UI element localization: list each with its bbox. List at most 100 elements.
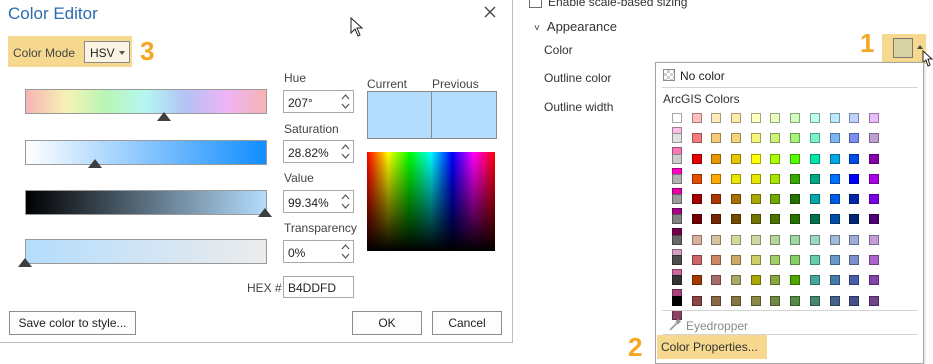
color-swatch[interactable] [868,255,879,266]
color-swatch[interactable] [750,295,761,306]
color-swatch[interactable] [829,295,840,306]
hue-slider-thumb[interactable] [157,112,172,121]
color-swatch[interactable] [829,214,840,225]
color-swatch[interactable] [691,153,702,164]
color-properties-option[interactable]: Color Properties... [661,340,758,354]
color-swatch[interactable] [868,275,879,286]
ok-button[interactable]: OK [352,311,422,335]
color-swatch[interactable] [790,153,801,164]
save-color-to-style-button[interactable]: Save color to style... [9,311,136,335]
spin-down-icon[interactable] [341,202,350,210]
color-swatch[interactable] [691,113,702,123]
color-swatch[interactable] [691,255,702,266]
color-swatch[interactable] [711,133,722,144]
color-swatch[interactable] [849,113,860,123]
value-slider-thumb[interactable] [258,208,273,217]
color-swatch[interactable] [868,173,879,184]
color-swatch[interactable] [790,214,801,225]
close-icon[interactable] [482,4,498,20]
color-swatch[interactable] [770,214,781,225]
color-swatch[interactable] [672,275,682,286]
color-swatch[interactable] [731,295,742,306]
color-swatch[interactable] [849,133,860,144]
color-swatch[interactable] [672,214,682,225]
color-swatch[interactable] [790,194,801,205]
color-swatch[interactable] [829,234,840,245]
spin-down-icon[interactable] [341,152,350,160]
hue-slider[interactable] [25,89,267,114]
value-slider[interactable] [25,190,267,215]
color-swatch[interactable] [731,275,742,286]
color-swatch[interactable] [809,275,820,286]
color-swatch[interactable] [672,194,682,205]
color-swatch[interactable] [770,194,781,205]
color-swatch[interactable] [849,255,860,266]
color-swatch[interactable] [750,194,761,205]
spin-up-icon[interactable] [341,193,350,201]
color-swatch[interactable] [790,234,801,245]
color-swatch[interactable] [691,295,702,306]
color-swatch[interactable] [750,133,761,144]
color-swatch[interactable] [750,275,761,286]
color-swatch[interactable] [711,275,722,286]
color-swatch[interactable] [731,113,742,123]
color-swatch[interactable] [672,234,682,245]
color-swatch[interactable] [809,255,820,266]
color-swatch[interactable] [731,153,742,164]
color-swatch[interactable] [711,255,722,266]
transparency-input[interactable]: 0% [283,240,354,263]
color-swatch[interactable] [849,295,860,306]
color-swatch[interactable] [672,133,682,144]
color-swatch[interactable] [809,153,820,164]
color-swatch[interactable] [849,275,860,286]
color-picker-button[interactable] [893,38,913,58]
color-swatch[interactable] [849,194,860,205]
color-swatch[interactable] [770,133,781,144]
color-swatch[interactable] [809,295,820,306]
saturation-input[interactable]: 28.82% [283,140,354,163]
color-swatch[interactable] [809,194,820,205]
color-swatch[interactable] [672,113,682,123]
scale-based-sizing-checkbox[interactable] [529,0,542,8]
color-swatch[interactable] [711,234,722,245]
spin-down-icon[interactable] [341,252,350,260]
color-swatch[interactable] [868,214,879,225]
spin-up-icon[interactable] [341,243,350,251]
color-swatch[interactable] [750,214,761,225]
color-swatch[interactable] [849,214,860,225]
color-swatch[interactable] [868,194,879,205]
color-swatch[interactable] [750,234,761,245]
color-swatch[interactable] [829,153,840,164]
color-swatch[interactable] [829,173,840,184]
color-swatch[interactable] [672,173,682,184]
color-swatch[interactable] [731,173,742,184]
color-swatch[interactable] [711,113,722,123]
color-swatch[interactable] [750,113,761,123]
color-swatch[interactable] [691,194,702,205]
color-swatch[interactable] [829,113,840,123]
color-swatch[interactable] [829,194,840,205]
color-swatch[interactable] [849,173,860,184]
color-swatch[interactable] [790,133,801,144]
color-swatch[interactable] [711,214,722,225]
color-swatch[interactable] [770,113,781,123]
color-swatch[interactable] [672,295,682,306]
color-swatch[interactable] [849,234,860,245]
color-swatch[interactable] [829,255,840,266]
color-swatch[interactable] [868,113,879,123]
spin-up-icon[interactable] [341,143,350,151]
color-swatch[interactable] [691,173,702,184]
color-swatch[interactable] [770,295,781,306]
color-swatch[interactable] [731,234,742,245]
color-swatch[interactable] [711,173,722,184]
color-swatch[interactable] [672,153,682,164]
transparency-slider-thumb[interactable] [18,258,32,267]
color-swatch[interactable] [770,275,781,286]
color-mode-select[interactable]: HSV [84,41,130,63]
spin-down-icon[interactable] [341,102,350,110]
color-swatch[interactable] [731,194,742,205]
color-swatch[interactable] [770,153,781,164]
hue-input[interactable]: 207° [283,90,354,113]
color-swatch[interactable] [691,275,702,286]
color-swatch[interactable] [750,255,761,266]
